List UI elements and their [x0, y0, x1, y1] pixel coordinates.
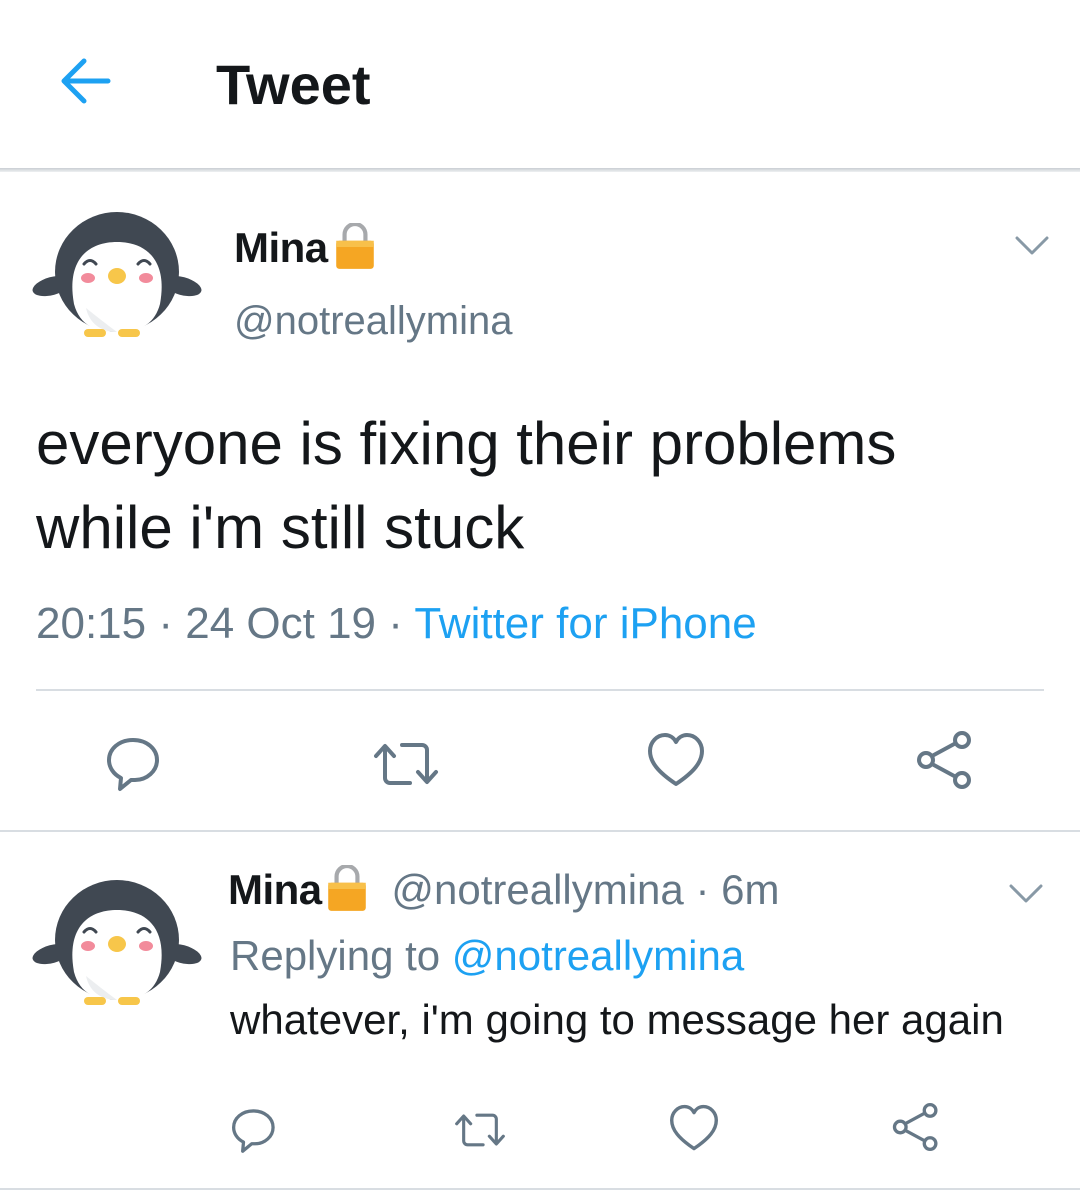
chevron-down-icon[interactable] — [1014, 234, 1050, 258]
tweet-text: everyone is fixing their problems while … — [36, 410, 897, 561]
like-icon[interactable] — [648, 732, 704, 788]
reply-text: whatever, i'm going to message her again — [230, 996, 1004, 1043]
share-icon[interactable] — [916, 730, 974, 790]
display-name[interactable]: Mina — [234, 224, 328, 271]
divider — [0, 830, 1080, 832]
replying-to: Replying to @notreallymina — [230, 930, 744, 982]
avatar[interactable] — [32, 208, 202, 348]
divider — [36, 689, 1044, 691]
replying-label: Replying to — [230, 932, 441, 979]
reply-icon[interactable] — [107, 732, 163, 792]
lock-icon — [326, 865, 368, 913]
author-handle[interactable]: @notreallymina — [391, 866, 683, 913]
retweet-icon[interactable] — [452, 1108, 508, 1152]
divider — [0, 1188, 1080, 1190]
replying-handle-link[interactable]: @notreallymina — [452, 932, 744, 979]
display-name[interactable]: Mina — [228, 866, 322, 913]
reply-age: 6m — [721, 866, 780, 913]
app-header — [0, 0, 1080, 168]
retweet-icon[interactable] — [370, 736, 442, 792]
back-arrow-icon[interactable] — [56, 52, 114, 110]
meta-separator: · — [695, 866, 710, 913]
like-icon[interactable] — [670, 1104, 718, 1152]
page-title: Tweet — [216, 53, 371, 116]
header-divider — [0, 168, 1080, 172]
meta-separator: · — [388, 599, 403, 648]
tweet-time: 20:15 — [36, 599, 147, 648]
tweet-date: 24 Oct 19 — [185, 599, 377, 648]
share-icon[interactable] — [892, 1102, 940, 1152]
tweet-source-link[interactable]: Twitter for iPhone — [414, 599, 756, 648]
chevron-down-icon[interactable] — [1008, 882, 1044, 906]
reply-icon[interactable] — [232, 1104, 278, 1154]
avatar[interactable] — [32, 876, 202, 1016]
lock-icon — [334, 223, 376, 271]
meta-separator: · — [158, 599, 173, 648]
author-handle[interactable]: @notreallymina — [234, 296, 513, 346]
tweet-meta: 20:15 · 24 Oct 19 · Twitter for iPhone — [36, 596, 757, 652]
reply-author-row[interactable]: Mina @notreallymina · 6m — [228, 864, 779, 916]
author-name-row[interactable]: Mina — [234, 222, 376, 274]
